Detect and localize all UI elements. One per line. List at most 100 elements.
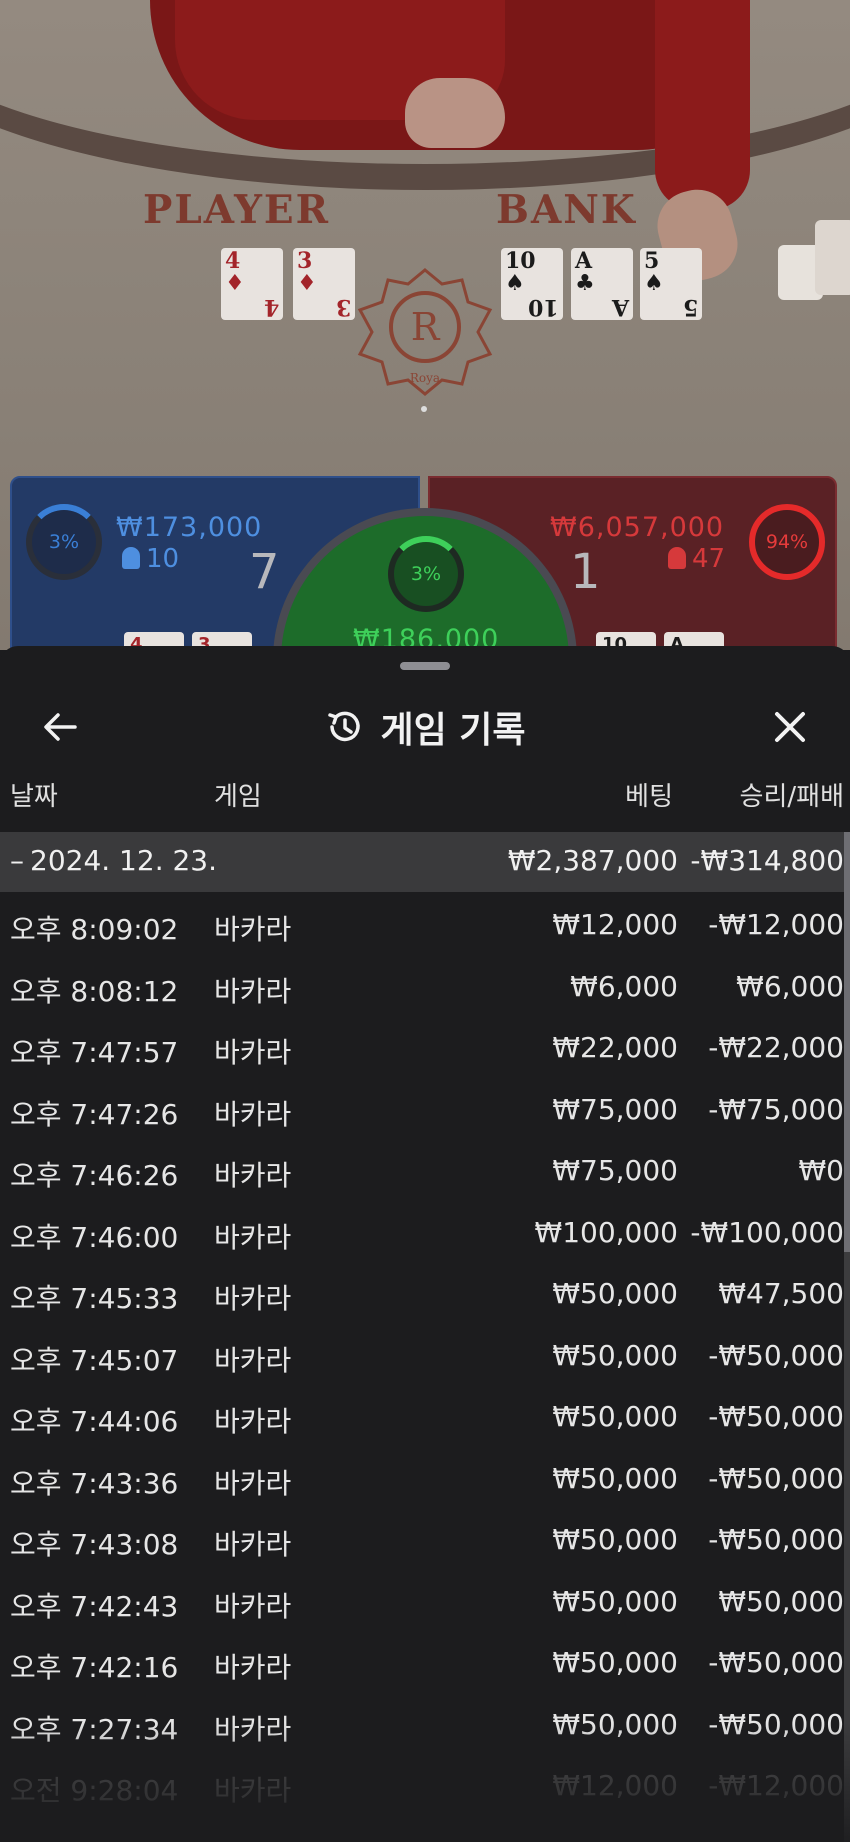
player-percent-ring: 3% — [26, 504, 102, 580]
scrollbar-thumb[interactable] — [844, 832, 850, 1252]
row-bet: ₩50,000 — [552, 1400, 678, 1433]
row-time: 오후 8:09:02 — [10, 913, 179, 946]
row-result: -₩50,000 — [708, 1646, 844, 1679]
live-table-video: PLAYER BANK 4 ♦ 4 3 ♦ 3 10 ♠ 10 A ♣ A 5 ♠ 5 R Roya 3%… — [0, 0, 850, 650]
row-bet: ₩75,000 — [552, 1154, 678, 1187]
row-game: 바카라 — [214, 1282, 292, 1315]
banker-bettors: 47 — [668, 544, 725, 574]
playing-card: 10 ♠ 10 — [501, 248, 563, 320]
row-result: -₩75,000 — [708, 1092, 844, 1126]
row-result: -₩100,000 — [690, 1215, 844, 1249]
day-date: 2024. 12. 23. — [30, 844, 218, 877]
row-bet: ₩50,000 — [552, 1646, 678, 1679]
column-date: 날짜 — [10, 782, 58, 812]
row-time: 오후 7:47:26 — [10, 1097, 179, 1131]
day-total-result: -₩314,800 — [690, 844, 844, 877]
row-game: 바카라 — [214, 1343, 292, 1377]
row-bet: ₩50,000 — [552, 1461, 678, 1495]
row-game: 바카라 — [214, 913, 292, 946]
sheet-title: 게임 기록 — [380, 710, 526, 751]
column-game: 게임 — [214, 782, 262, 812]
row-game: 바카라 — [214, 1466, 292, 1500]
history-row[interactable]: 오후 7:42:43 바카라 ₩50,000 ₩50,000 — [0, 1569, 850, 1631]
day-collapse-toggle[interactable]: – — [10, 844, 24, 877]
history-row[interactable]: 오후 7:46:26 바카라 ₩75,000 ₩0 — [0, 1138, 850, 1200]
row-time: 오후 7:42:16 — [10, 1651, 179, 1684]
dealer-hand-left — [405, 78, 505, 148]
sheet-header: 게임 기록 — [0, 686, 850, 766]
tie-percent-ring: 3% — [388, 536, 464, 612]
history-row[interactable]: 오후 7:47:26 바카라 ₩75,000 -₩75,000 — [0, 1077, 850, 1139]
row-game: 바카라 — [214, 1097, 292, 1131]
playing-card: 4 ♦ 4 — [221, 248, 283, 320]
row-result: ₩6,000 — [736, 969, 844, 1003]
history-row[interactable]: 오후 7:45:07 바카라 ₩50,000 -₩50,000 — [0, 1323, 850, 1385]
playing-card: 5 ♠ 5 — [640, 248, 702, 320]
history-rows: 오후 8:09:02 바카라 ₩12,000 -₩12,000 오후 8:08:12 바카… — [0, 892, 850, 1815]
history-row[interactable]: 오후 8:08:12 바카라 ₩6,000 ₩6,000 — [0, 954, 850, 1016]
row-game: 바카라 — [214, 974, 292, 1008]
row-time: 오후 7:47:57 — [10, 1036, 179, 1069]
row-game: 바카라 — [214, 1159, 292, 1192]
row-time: 오후 7:46:00 — [10, 1220, 179, 1254]
row-game: 바카라 — [214, 1589, 292, 1623]
row-time: 오후 7:45:07 — [10, 1343, 179, 1377]
row-result: -₩50,000 — [708, 1523, 844, 1556]
column-result: 승리/패배 — [739, 782, 844, 812]
svg-text:Roya: Roya — [410, 371, 440, 385]
dealer-arm-right — [655, 0, 750, 210]
row-time: 오후 7:43:36 — [10, 1466, 179, 1500]
svg-text:R: R — [411, 305, 441, 349]
row-bet: ₩75,000 — [552, 1092, 678, 1126]
row-bet: ₩50,000 — [552, 1338, 678, 1372]
row-time: 오후 7:45:33 — [10, 1282, 179, 1315]
history-row[interactable]: 오후 7:47:57 바카라 ₩22,000 -₩22,000 — [0, 1015, 850, 1077]
history-row[interactable]: 오후 7:46:00 바카라 ₩100,000 -₩100,000 — [0, 1200, 850, 1262]
casino-crest-logo: R Roya — [357, 268, 493, 396]
close-icon — [775, 712, 805, 742]
row-bet: ₩50,000 — [552, 1523, 678, 1556]
banker-total-bet: ₩6,057,000 — [550, 512, 725, 543]
card-shoe-back — [815, 220, 850, 295]
column-bet: 베팅 — [625, 782, 673, 812]
row-result: ₩50,000 — [718, 1584, 844, 1618]
row-game: 바카라 — [214, 1036, 292, 1069]
row-bet: ₩100,000 — [534, 1215, 678, 1249]
history-scrollbar[interactable] — [844, 832, 850, 1842]
person-icon — [668, 547, 686, 569]
banker-score: 1 — [570, 544, 601, 600]
day-summary-row[interactable]: – 2024. 12. 23. ₩2,387,000 -₩314,800 — [0, 832, 850, 892]
banker-percent-ring: 94% — [749, 504, 825, 580]
row-game: 바카라 — [214, 1651, 292, 1684]
close-button[interactable] — [760, 702, 820, 752]
person-icon — [122, 547, 140, 569]
row-bet: ₩50,000 — [552, 1584, 678, 1618]
day-total-bet: ₩2,387,000 — [507, 844, 678, 877]
row-game: 바카라 — [214, 1528, 292, 1561]
row-time: 오후 7:44:06 — [10, 1405, 179, 1438]
history-clock-icon — [328, 711, 361, 742]
history-column-headers: 날짜 게임 베팅 승리/패배 — [0, 776, 850, 822]
history-row[interactable]: 오후 7:43:36 바카라 ₩50,000 -₩50,000 — [0, 1446, 850, 1508]
player-total-bet: ₩173,000 — [116, 512, 263, 543]
row-game: 바카라 — [214, 1405, 292, 1438]
sheet-title-group: 게임 기록 — [0, 702, 850, 752]
history-row[interactable]: 오후 7:45:33 바카라 ₩50,000 ₩47,500 — [0, 1261, 850, 1323]
row-result: -₩50,000 — [708, 1400, 844, 1433]
history-row[interactable]: 오후 7:44:06 바카라 ₩50,000 -₩50,000 — [0, 1384, 850, 1446]
row-bet: ₩12,000 — [552, 908, 678, 941]
playing-card: A ♣ A — [571, 248, 633, 320]
sheet-drag-handle[interactable] — [400, 662, 450, 670]
row-time: 오후 7:46:26 — [10, 1159, 179, 1192]
row-bet: ₩22,000 — [552, 1031, 678, 1064]
history-row[interactable]: 오후 7:42:16 바카라 ₩50,000 -₩50,000 — [0, 1630, 850, 1692]
row-game: 바카라 — [214, 1220, 292, 1254]
row-bet: ₩50,000 — [552, 1277, 678, 1310]
history-row[interactable]: 오후 7:43:08 바카라 ₩50,000 -₩50,000 — [0, 1507, 850, 1569]
player-bettors: 10 — [122, 544, 179, 574]
list-bottom-fade — [0, 1722, 850, 1842]
row-result: -₩50,000 — [708, 1338, 844, 1372]
table-banker-label: BANK — [496, 187, 637, 233]
playing-card: 3 ♦ 3 — [293, 248, 355, 320]
history-row[interactable]: 오후 8:09:02 바카라 ₩12,000 -₩12,000 — [0, 892, 850, 954]
